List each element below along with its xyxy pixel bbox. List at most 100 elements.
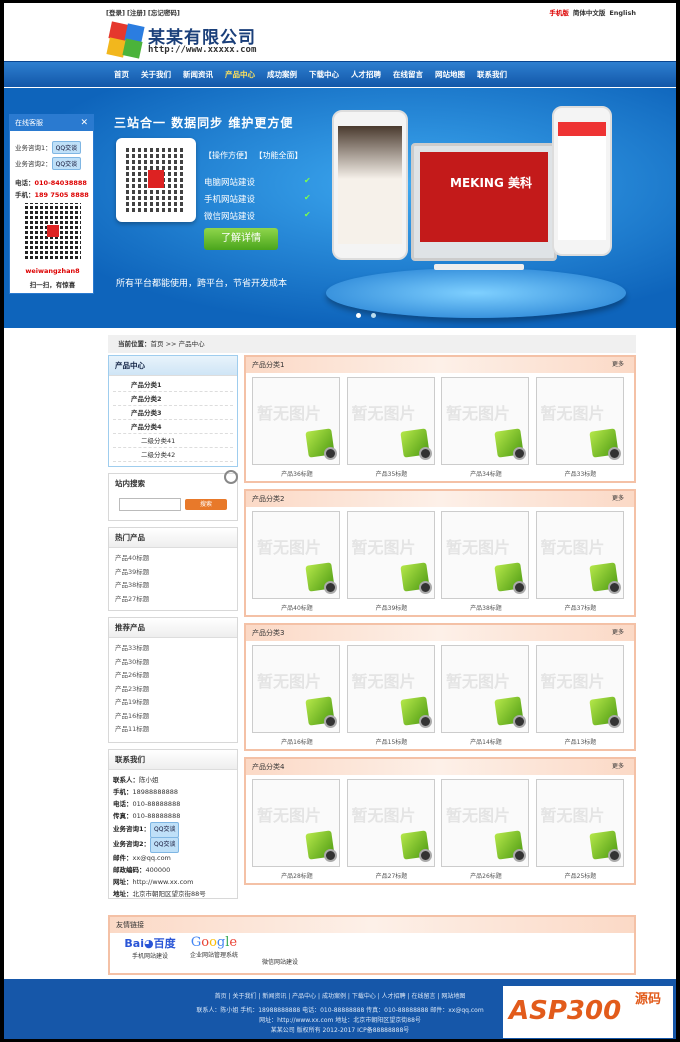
close-icon[interactable]: ✕ <box>80 115 88 131</box>
category-item[interactable]: 产品分类1 <box>113 378 233 392</box>
more-link[interactable]: 更多 <box>612 625 624 641</box>
breadcrumb-home[interactable]: 首页 <box>151 340 164 348</box>
more-link[interactable]: 更多 <box>612 491 624 507</box>
qq-chat-button[interactable]: QQ交谈 <box>150 822 180 838</box>
qq-chat-button[interactable]: QQ交谈 <box>150 837 180 853</box>
product-title[interactable]: 产品36标题 <box>252 469 342 478</box>
product-image[interactable]: 暂无图片 <box>346 779 435 867</box>
product-title[interactable]: 产品25标题 <box>536 871 626 880</box>
link-wechat-site[interactable]: 微信网站建设 <box>252 957 308 966</box>
logo[interactable]: 某某有限公司 http://www.xxxxx.com <box>106 21 278 59</box>
product-image[interactable]: 暂无图片 <box>252 511 340 599</box>
product-card[interactable]: 暂无图片产品25标题 <box>535 779 626 880</box>
hot-product-item[interactable]: 产品40标题 <box>109 552 237 566</box>
product-title[interactable]: 产品13标题 <box>536 737 626 746</box>
product-title[interactable]: 产品38标题 <box>441 603 531 612</box>
product-title[interactable]: 产品34标题 <box>441 469 531 478</box>
product-card[interactable]: 暂无图片产品39标题 <box>346 511 437 612</box>
product-title[interactable]: 产品33标题 <box>536 469 626 478</box>
recommended-product-item[interactable]: 产品19标题 <box>109 696 237 710</box>
product-image[interactable]: 暂无图片 <box>252 377 340 465</box>
product-title[interactable]: 产品26标题 <box>441 871 531 880</box>
product-card[interactable]: 暂无图片产品28标题 <box>252 779 342 880</box>
product-title[interactable]: 产品35标题 <box>347 469 437 478</box>
product-card[interactable]: 暂无图片产品15标题 <box>346 645 437 746</box>
more-link[interactable]: 更多 <box>612 357 624 373</box>
product-image[interactable]: 暂无图片 <box>346 645 435 733</box>
slider-dot[interactable] <box>356 313 361 318</box>
mobile-version-link[interactable]: 手机版 <box>549 9 569 17</box>
nav-item[interactable]: 下载中心 <box>303 62 345 88</box>
link-cms[interactable]: Google 企业网站管理系统 <box>182 935 246 959</box>
hot-product-item[interactable]: 产品39标题 <box>109 566 237 580</box>
english-link[interactable]: English <box>609 9 636 17</box>
product-title[interactable]: 产品14标题 <box>441 737 531 746</box>
category-item[interactable]: 二级分类42 <box>113 448 233 462</box>
recommended-product-item[interactable]: 产品11标题 <box>109 723 237 737</box>
product-card[interactable]: 暂无图片产品38标题 <box>441 511 531 612</box>
product-image[interactable]: 暂无图片 <box>346 511 435 599</box>
product-image[interactable]: 暂无图片 <box>535 511 624 599</box>
product-image[interactable]: 暂无图片 <box>252 645 340 733</box>
product-card[interactable]: 暂无图片产品26标题 <box>441 779 531 880</box>
product-image[interactable]: 暂无图片 <box>346 377 435 465</box>
nav-item[interactable]: 首页 <box>108 62 135 88</box>
product-card[interactable]: 暂无图片产品34标题 <box>441 377 531 478</box>
category-item[interactable]: 产品分类2 <box>113 392 233 406</box>
more-link[interactable]: 更多 <box>612 759 624 775</box>
product-image[interactable]: 暂无图片 <box>535 377 624 465</box>
nav-item[interactable]: 关于我们 <box>135 62 177 88</box>
recommended-product-item[interactable]: 产品26标题 <box>109 669 237 683</box>
product-title[interactable]: 产品28标题 <box>252 871 342 880</box>
search-button[interactable]: 搜索 <box>185 499 227 510</box>
qq-chat-button[interactable]: QQ交谈 <box>51 141 82 154</box>
login-link[interactable]: [登录] <box>106 9 125 17</box>
product-card[interactable]: 暂无图片产品40标题 <box>252 511 342 612</box>
recommended-product-item[interactable]: 产品30标题 <box>109 656 237 670</box>
product-card[interactable]: 暂无图片产品27标题 <box>346 779 437 880</box>
slider-dot[interactable] <box>371 313 376 318</box>
product-title[interactable]: 产品40标题 <box>252 603 342 612</box>
product-title[interactable]: 产品27标题 <box>347 871 437 880</box>
product-image[interactable]: 暂无图片 <box>252 779 340 867</box>
hot-product-item[interactable]: 产品38标题 <box>109 579 237 593</box>
hot-product-item[interactable]: 产品27标题 <box>109 593 237 607</box>
nav-item[interactable]: 人才招聘 <box>345 62 387 88</box>
nav-item[interactable]: 联系我们 <box>471 62 513 88</box>
product-card[interactable]: 暂无图片产品14标题 <box>441 645 531 746</box>
product-card[interactable]: 暂无图片产品35标题 <box>346 377 437 478</box>
category-item[interactable]: 产品分类4 <box>113 420 233 434</box>
forgot-password-link[interactable]: [忘记密码] <box>148 9 180 17</box>
product-title[interactable]: 产品39标题 <box>347 603 437 612</box>
nav-item[interactable]: 成功案例 <box>261 62 303 88</box>
product-image[interactable]: 暂无图片 <box>441 779 529 867</box>
product-image[interactable]: 暂无图片 <box>441 511 529 599</box>
nav-item[interactable]: 产品中心 <box>219 62 261 88</box>
nav-item[interactable]: 网站地图 <box>429 62 471 88</box>
search-input[interactable] <box>119 498 181 511</box>
product-card[interactable]: 暂无图片产品13标题 <box>535 645 626 746</box>
product-image[interactable]: 暂无图片 <box>535 645 624 733</box>
product-image[interactable]: 暂无图片 <box>535 779 624 867</box>
product-card[interactable]: 暂无图片产品33标题 <box>535 377 626 478</box>
product-title[interactable]: 产品37标题 <box>536 603 626 612</box>
learn-more-button[interactable]: 了解详情 <box>204 228 278 250</box>
product-image[interactable]: 暂无图片 <box>441 645 529 733</box>
link-mobile-site[interactable]: Bai◕百度 手机网站建设 <box>122 935 178 960</box>
product-card[interactable]: 暂无图片产品16标题 <box>252 645 342 746</box>
product-title[interactable]: 产品15标题 <box>347 737 437 746</box>
nav-item[interactable]: 新闻资讯 <box>177 62 219 88</box>
recommended-product-item[interactable]: 产品33标题 <box>109 642 237 656</box>
register-link[interactable]: [注册] <box>127 9 146 17</box>
product-card[interactable]: 暂无图片产品37标题 <box>535 511 626 612</box>
recommended-product-item[interactable]: 产品23标题 <box>109 683 237 697</box>
product-title[interactable]: 产品16标题 <box>252 737 342 746</box>
recommended-product-item[interactable]: 产品16标题 <box>109 710 237 724</box>
product-image[interactable]: 暂无图片 <box>441 377 529 465</box>
category-item[interactable]: 二级分类41 <box>113 434 233 448</box>
qq-chat-button[interactable]: QQ交谈 <box>51 157 82 170</box>
nav-item[interactable]: 在线留言 <box>387 62 429 88</box>
category-item[interactable]: 产品分类3 <box>113 406 233 420</box>
simplified-chinese-link[interactable]: 简体中文版 <box>573 9 606 17</box>
product-card[interactable]: 暂无图片产品36标题 <box>252 377 342 478</box>
